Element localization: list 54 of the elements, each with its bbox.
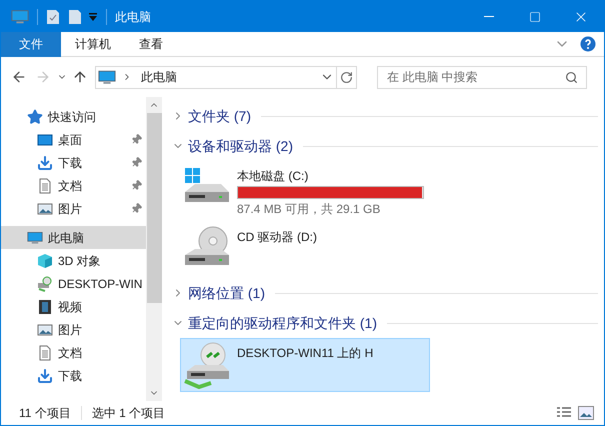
- sidebar-item[interactable]: 视频: [1, 295, 146, 318]
- sidebar-item[interactable]: 此电脑: [1, 226, 146, 249]
- computer-icon: [11, 8, 29, 24]
- address-path[interactable]: 此电脑: [141, 68, 177, 86]
- refresh-icon[interactable]: [340, 70, 353, 84]
- sidebar-item[interactable]: 文档: [1, 174, 146, 197]
- sidebar-item[interactable]: 桌面: [1, 128, 146, 151]
- sidebar-item[interactable]: 图片: [1, 197, 146, 220]
- dropdown-icon[interactable]: [88, 12, 98, 22]
- sidebar-item[interactable]: DESKTOP-WIN: [1, 272, 146, 295]
- search-icon[interactable]: [565, 70, 578, 84]
- network-drive-icon: [37, 276, 53, 292]
- details-view-icon[interactable]: [556, 406, 572, 420]
- new-folder-icon[interactable]: [68, 8, 82, 24]
- address-bar[interactable]: 此电脑: [95, 66, 357, 88]
- ribbon-tab[interactable]: 查看: [125, 32, 177, 56]
- selection-count: 选中 1 个项目: [92, 405, 166, 422]
- sidebar-item[interactable]: 下载: [1, 364, 146, 387]
- group-header[interactable]: 重定向的驱动程序和文件夹 (1): [172, 308, 598, 338]
- sidebar-item[interactable]: 3D 对象: [1, 249, 146, 272]
- ribbon-tab[interactable]: 计算机: [61, 32, 125, 56]
- download-icon: [37, 154, 53, 170]
- document-icon: [37, 344, 53, 360]
- picture-icon: [37, 200, 53, 216]
- item-count: 11 个项目: [19, 405, 71, 422]
- group-header[interactable]: 设备和驱动器 (2): [172, 131, 598, 161]
- picture-icon: [37, 322, 53, 338]
- group-header[interactable]: 网络位置 (1): [172, 278, 598, 308]
- sidebar-item[interactable]: 图片: [1, 318, 146, 341]
- computer-icon: [98, 70, 116, 84]
- minimize-icon: [484, 16, 494, 17]
- help-icon[interactable]: [580, 36, 596, 52]
- network-drive-icon: [183, 341, 231, 389]
- properties-icon[interactable]: [46, 8, 60, 24]
- maximize-icon: [529, 10, 541, 22]
- cube-icon: [37, 252, 53, 268]
- window-title: 此电脑: [115, 8, 151, 26]
- search-field[interactable]: 在 此电脑 中搜索: [377, 66, 587, 88]
- download-icon: [37, 368, 53, 384]
- sidebar-item[interactable]: 文档: [1, 341, 146, 364]
- drive-item[interactable]: CD 驱动器 (D:): [180, 222, 430, 276]
- star-icon: [27, 108, 43, 124]
- ribbon-tab[interactable]: 文件: [1, 32, 61, 56]
- large-icons-view-icon[interactable]: [578, 406, 594, 420]
- video-icon: [37, 298, 53, 314]
- drive-item[interactable]: 本地磁盘 (C:) 87.4 MB 可用，共 29.1 GB: [180, 161, 433, 220]
- computer-icon: [27, 230, 43, 246]
- desktop-icon: [37, 132, 53, 148]
- document-icon: [37, 178, 53, 194]
- sidebar-item[interactable]: 快速访问: [1, 105, 146, 128]
- group-header[interactable]: 文件夹 (7): [172, 101, 598, 131]
- scrollbar[interactable]: [146, 97, 162, 401]
- sidebar-item[interactable]: 下载: [1, 151, 146, 174]
- drive-item[interactable]: DESKTOP-WIN11 上的 H: [180, 338, 430, 392]
